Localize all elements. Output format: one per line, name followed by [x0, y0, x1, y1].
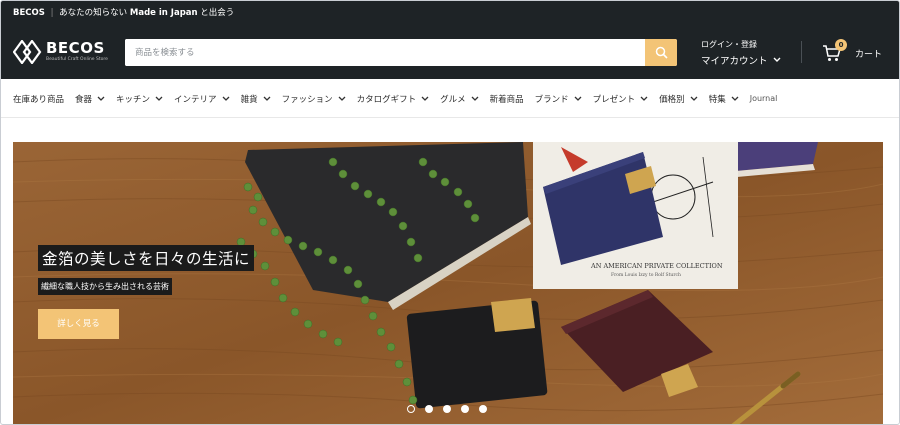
chevron-down-icon: [640, 96, 648, 101]
login-register-link[interactable]: ログイン・登録: [701, 39, 781, 50]
slider-dot[interactable]: [407, 405, 415, 413]
logo-mark-icon: [13, 40, 42, 64]
book-caption-2: From Louis Izzy to Rolf Sturch: [611, 272, 681, 278]
book-caption-1: AN AMERICAN PRIVATE COLLECTION: [590, 262, 723, 270]
chevron-down-icon: [773, 57, 781, 62]
nav-items: 在庫あり商品 食器 キッチン インテリア 雑貨 ファッション カタログギフト グルメ 新着商品ブ…: [13, 79, 788, 118]
nav-item-4[interactable]: 雑貨: [241, 93, 271, 105]
chevron-down-icon: [574, 96, 582, 101]
nav-item-6[interactable]: カタログギフト: [357, 93, 430, 105]
my-account-label: マイアカウント: [701, 56, 768, 67]
nav-item-label: グルメ: [440, 94, 466, 105]
announcement-bar: BECOS | あなたの知らない Made in Japan と出会う: [1, 1, 899, 25]
search-bar: [125, 39, 677, 66]
page-frame: BECOS | あなたの知らない Made in Japan と出会う BECO…: [0, 0, 900, 425]
nav-item-label: ブランド: [534, 94, 569, 105]
site-logo[interactable]: BECOS Beautiful Craft Online Store: [13, 38, 108, 66]
nav-item-label: 在庫あり商品: [13, 94, 65, 105]
nav-item-label: カタログギフト: [356, 94, 417, 105]
announcement-prefix: あなたの知らない: [59, 8, 128, 18]
nav-item-1[interactable]: 食器: [75, 93, 105, 105]
announcement-brand: BECOS: [13, 8, 45, 18]
nav-item-label: 特集: [708, 94, 726, 105]
search-icon: [655, 46, 668, 59]
nav-item-label: インテリア: [174, 94, 217, 105]
chevron-down-icon: [338, 96, 346, 101]
nav-item-label: キッチン: [116, 94, 151, 105]
nav-item-label: 食器: [75, 94, 93, 105]
nav-item-label: Journal: [749, 94, 778, 103]
search-button[interactable]: [645, 39, 677, 66]
announcement-separator: |: [50, 8, 54, 18]
nav-item-10[interactable]: プレゼント: [593, 93, 649, 105]
logo-text: BECOS: [46, 39, 105, 57]
cart-count-badge: 0: [835, 39, 847, 51]
nav-item-label: 価格別: [659, 94, 685, 105]
hero-cta-button[interactable]: 詳しく見る: [38, 309, 119, 339]
slider-dots: [407, 405, 497, 413]
announcement-suffix: と出会う: [200, 8, 235, 18]
chevron-down-icon: [222, 96, 230, 101]
nav-item-9[interactable]: ブランド: [535, 93, 582, 105]
nav-item-0[interactable]: 在庫あり商品: [13, 93, 64, 105]
chevron-down-icon: [690, 96, 698, 101]
slider-dot[interactable]: [425, 405, 433, 413]
hero-banner[interactable]: AN AMERICAN PRIVATE COLLECTION From Loui…: [13, 142, 883, 424]
site-header: BECOS Beautiful Craft Online Store ログイン・…: [1, 25, 899, 79]
main-navigation: 在庫あり商品 食器 キッチン インテリア 雑貨 ファッション カタログギフト グルメ 新着商品ブ…: [1, 79, 899, 118]
nav-item-7[interactable]: グルメ: [440, 93, 479, 105]
cart-button[interactable]: 0 カート: [822, 39, 883, 64]
chevron-down-icon: [731, 96, 739, 101]
nav-item-label: 雑貨: [240, 94, 258, 105]
nav-item-13[interactable]: Journal: [750, 94, 778, 103]
my-account-dropdown[interactable]: マイアカウント: [701, 53, 781, 67]
logo-tagline: Beautiful Craft Online Store: [46, 57, 108, 62]
nav-item-label: ファッション: [281, 94, 333, 105]
header-divider: [801, 41, 802, 63]
chevron-down-icon: [97, 96, 105, 101]
chevron-down-icon: [155, 96, 163, 101]
slider-dot[interactable]: [443, 405, 451, 413]
chevron-down-icon: [421, 96, 429, 101]
hero-title: 金箔の美しさを日々の生活に: [38, 245, 255, 271]
chevron-down-icon: [263, 96, 271, 101]
nav-item-3[interactable]: インテリア: [174, 93, 230, 105]
nav-item-2[interactable]: キッチン: [116, 93, 163, 105]
cart-label: カート: [855, 49, 883, 60]
nav-item-12[interactable]: 特集: [709, 93, 739, 105]
nav-item-label: プレゼント: [592, 94, 636, 105]
announcement-highlight: Made in Japan: [129, 8, 198, 18]
slider-dot[interactable]: [461, 405, 469, 413]
slider-dot[interactable]: [479, 405, 487, 413]
account-menu[interactable]: ログイン・登録 マイアカウント: [701, 39, 781, 67]
nav-item-11[interactable]: 価格別: [659, 93, 698, 105]
nav-item-8[interactable]: 新着商品: [490, 93, 524, 105]
chevron-down-icon: [471, 96, 479, 101]
hero-subtitle: 繊細な職人技から生み出される芸術: [38, 278, 172, 295]
search-input[interactable]: [125, 39, 645, 66]
nav-item-5[interactable]: ファッション: [282, 93, 346, 105]
cart-icon-wrap: 0: [822, 39, 847, 62]
nav-item-label: 新着商品: [489, 94, 524, 105]
